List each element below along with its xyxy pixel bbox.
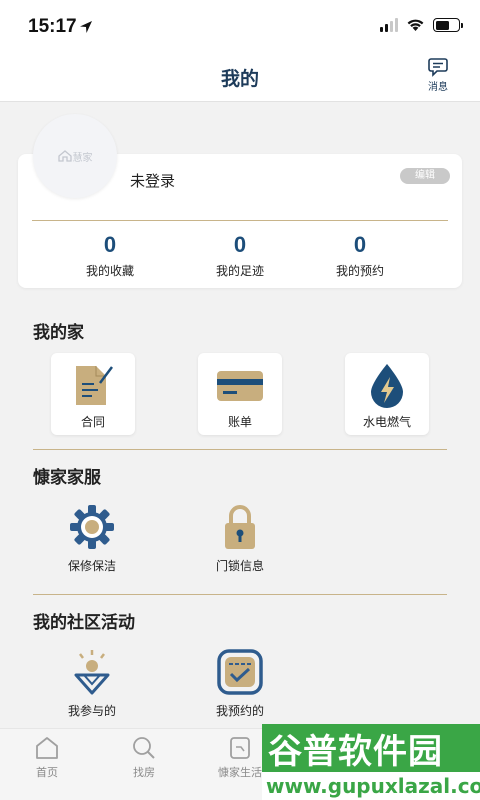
page-title: 我的 [220,69,259,90]
messages-button[interactable]: 消息 [418,56,458,96]
gear-icon [70,505,114,549]
location-arrow-icon [80,21,92,33]
utility-drop-icon [371,364,403,408]
stat-favorites[interactable]: 0 我的收藏 [55,232,165,279]
stat-value: 0 [353,232,367,257]
contract-icon [76,366,113,405]
edit-button[interactable]: 编辑 [400,168,450,184]
item-label: 我参与的 [67,704,116,718]
item-label: 我预约的 [215,704,264,718]
status-indicators [380,18,463,32]
stat-label: 我的足迹 [215,264,264,278]
participate-icon [74,650,110,695]
item-label: 门锁信息 [215,559,264,573]
item-door-lock[interactable]: 门锁信息 [190,503,290,574]
tile-contract[interactable]: 合同 [51,353,135,435]
battery-icon [433,18,463,32]
item-participated[interactable]: 我参与的 [42,648,142,719]
item-repair-cleaning[interactable]: 保修保洁 [42,503,142,574]
card-divider [32,220,448,221]
stat-footprints[interactable]: 0 我的足迹 [185,232,295,279]
item-label: 保修保洁 [67,559,116,573]
cellular-signal-icon [380,18,398,32]
tile-label: 合同 [80,415,105,429]
status-bar: 15:17 [0,0,480,56]
login-status[interactable]: 未登录 [130,170,175,191]
section-divider [33,449,447,450]
tile-bill[interactable]: 账单 [198,353,282,435]
stat-label: 我的收藏 [85,264,134,278]
avatar-logo-text: 慧家 [72,152,93,164]
watermark-main: 谷普软件园 [262,724,480,772]
wifi-icon [407,19,424,31]
status-time: 15:17 [28,16,77,37]
search-icon [133,737,155,759]
stat-value: 0 [103,232,117,257]
stat-value: 0 [233,232,247,257]
tab-find-house[interactable]: 找房 [104,735,184,780]
lock-icon [225,505,255,549]
tab-home[interactable]: 首页 [7,735,87,780]
item-booked[interactable]: 我预约的 [190,648,290,719]
section-title-community: 我的社区活动 [33,613,135,632]
watermark: 谷普软件园 www.gupuxlazal.com [262,724,480,800]
house-logo-icon [57,150,72,162]
watermark-url: www.gupuxlazal.com [262,772,480,800]
tab-label: 找房 [133,767,155,779]
stat-appointments[interactable]: 0 我的预约 [305,232,415,279]
watermark-text: 谷普软件园 [268,731,443,772]
section-title-my-home: 我的家 [33,323,84,342]
messages-label: 消息 [428,82,448,93]
life-icon [230,737,250,759]
tile-label: 账单 [227,415,252,429]
bill-card-icon [217,371,263,401]
tab-label: 首页 [36,767,58,779]
avatar-logo: 慧家 [57,149,93,164]
tile-label: 水电燃气 [362,415,411,429]
tile-utilities[interactable]: 水电燃气 [345,353,429,435]
section-divider [33,594,447,595]
home-icon [36,737,58,759]
appointment-icon [217,649,263,695]
profile-stats: 0 我的收藏 0 我的足迹 0 我的预约 [18,232,462,282]
avatar[interactable]: 慧家 [33,114,117,198]
nav-header: 我的 消息 [0,56,480,102]
section-title-home-service: 慷家家服 [33,468,101,487]
chat-bubble-icon [428,58,448,77]
stat-label: 我的预约 [335,264,384,278]
